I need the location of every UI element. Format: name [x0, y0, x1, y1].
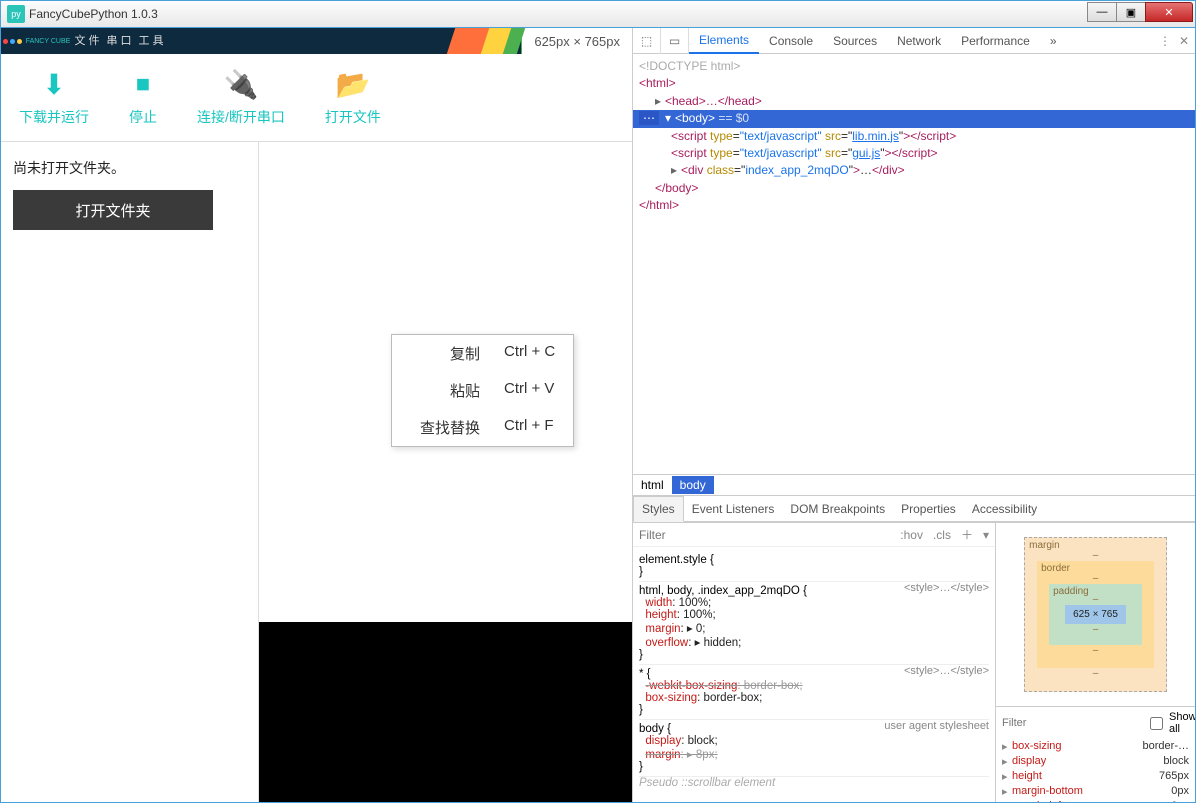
context-label: 查找替换 — [410, 417, 480, 438]
window-minimize-button[interactable]: — — [1087, 2, 1117, 22]
styles-filter-input[interactable] — [639, 528, 890, 542]
serial-toggle-button[interactable]: 🔌 连接/断开串口 — [197, 68, 285, 127]
computed-list[interactable]: ▸box-sizingborder-… ▸displayblock ▸heigh… — [996, 739, 1195, 802]
tab-console[interactable]: Console — [759, 28, 823, 54]
subtab-event-listeners[interactable]: Event Listeners — [684, 496, 783, 522]
dom-doctype: <!DOCTYPE html> — [639, 58, 1195, 75]
terminal-panel[interactable] — [259, 622, 632, 802]
window-titlebar: py FancyCubePython 1.0.3 — ▣ ✕ — [0, 0, 1196, 28]
app-logo: FANCY CUBE — [1, 28, 71, 54]
viewport-size-badge: 625px × 765px — [521, 28, 632, 54]
download-run-button[interactable]: ⬇ 下载并运行 — [19, 68, 89, 127]
download-run-label: 下载并运行 — [19, 107, 89, 127]
context-shortcut: Ctrl + V — [504, 380, 554, 401]
stop-icon: ⏹ — [136, 68, 150, 101]
devtools-tabbar: ⬚ ▭ Elements Console Sources Network Per… — [633, 28, 1195, 54]
context-label: 复制 — [410, 343, 480, 364]
tab-more[interactable]: » — [1040, 28, 1067, 54]
window-maximize-button[interactable]: ▣ — [1116, 2, 1146, 22]
subtab-accessibility[interactable]: Accessibility — [964, 496, 1045, 522]
subtab-dom-breakpoints[interactable]: DOM Breakpoints — [782, 496, 893, 522]
box-model-diagram[interactable]: margin – border – padding – 625 × 765 – — [996, 523, 1195, 706]
devtools-panel: ⬚ ▭ Elements Console Sources Network Per… — [632, 28, 1195, 802]
devtools-close-icon[interactable]: ✕ — [1179, 34, 1189, 48]
app-pane: FANCY CUBE 文 件 串 口 工 具 625px × 765px ⬇ 下… — [1, 28, 632, 802]
app-header: FANCY CUBE 文 件 串 口 工 具 625px × 765px — [1, 28, 632, 54]
window-title: FancyCubePython 1.0.3 — [29, 7, 1088, 21]
stop-label: 停止 — [129, 107, 157, 127]
show-all-label: Show all — [1169, 711, 1195, 735]
context-item-find-replace[interactable]: 查找替换 Ctrl + F — [392, 409, 573, 446]
tab-elements[interactable]: Elements — [689, 28, 759, 54]
context-shortcut: Ctrl + F — [504, 417, 554, 438]
breadcrumb-html[interactable]: html — [633, 476, 672, 494]
open-folder-button[interactable]: 打开文件夹 — [13, 190, 213, 230]
context-item-paste[interactable]: 粘贴 Ctrl + V — [392, 372, 573, 409]
context-shortcut: Ctrl + C — [504, 343, 555, 364]
subtab-properties[interactable]: Properties — [893, 496, 964, 522]
download-icon: ⬇ — [42, 68, 65, 101]
dom-breadcrumb[interactable]: html body — [633, 474, 1195, 496]
tab-performance[interactable]: Performance — [951, 28, 1040, 54]
plug-icon: 🔌 — [224, 68, 259, 101]
context-label: 粘贴 — [410, 380, 480, 401]
box-model-content: 625 × 765 — [1065, 605, 1126, 624]
show-all-checkbox[interactable] — [1150, 717, 1163, 730]
editor-context-menu: 复制 Ctrl + C 粘贴 Ctrl + V 查找替换 Ctrl + F — [391, 334, 574, 447]
app-toolbar: ⬇ 下载并运行 ⏹ 停止 🔌 连接/断开串口 📂 打开文件 — [1, 54, 632, 142]
dom-tree[interactable]: <!DOCTYPE html> <html> ▸<head>…</head> ⋯… — [633, 54, 1195, 474]
devtools-menu-icon[interactable]: ⋮ — [1159, 34, 1171, 48]
new-style-rule-button[interactable]: ＋ — [961, 526, 973, 543]
breadcrumb-body[interactable]: body — [672, 476, 714, 494]
hov-toggle[interactable]: :hov — [900, 528, 923, 542]
context-item-copy[interactable]: 复制 Ctrl + C — [392, 335, 573, 372]
header-tab-tool[interactable]: 工 具 — [135, 28, 167, 54]
file-sidebar: 尚未打开文件夹。 打开文件夹 — [1, 142, 259, 802]
folder-open-icon: 📂 — [335, 68, 370, 101]
window-close-button[interactable]: ✕ — [1145, 2, 1193, 22]
computed-filter-input[interactable] — [1002, 717, 1144, 729]
header-tab-serial[interactable]: 串 口 — [103, 28, 135, 54]
subtab-styles[interactable]: Styles — [633, 496, 684, 522]
app-icon: py — [7, 5, 25, 23]
open-file-button[interactable]: 📂 打开文件 — [325, 68, 381, 127]
header-tab-file[interactable]: 文 件 — [71, 28, 103, 54]
stop-button[interactable]: ⏹ 停止 — [129, 68, 157, 127]
serial-label: 连接/断开串口 — [197, 107, 285, 127]
css-rules-list[interactable]: element.style { } <style>…</style> html,… — [633, 547, 995, 802]
open-file-label: 打开文件 — [325, 107, 381, 127]
styles-panel: :hov .cls ＋ ▾ element.style { } <style>…… — [633, 523, 995, 802]
cls-toggle[interactable]: .cls — [933, 528, 951, 542]
styles-menu-icon[interactable]: ▾ — [983, 528, 989, 542]
tab-sources[interactable]: Sources — [823, 28, 887, 54]
no-folder-message: 尚未打开文件夹。 — [13, 158, 246, 178]
computed-panel: margin – border – padding – 625 × 765 – — [995, 523, 1195, 802]
device-toolbar-icon[interactable]: ▭ — [661, 28, 689, 54]
header-tabs: 文 件 串 口 工 具 — [71, 28, 167, 54]
styles-subtabs: Styles Event Listeners DOM Breakpoints P… — [633, 496, 1195, 522]
inspect-element-icon[interactable]: ⬚ — [633, 28, 661, 54]
tab-network[interactable]: Network — [887, 28, 951, 54]
